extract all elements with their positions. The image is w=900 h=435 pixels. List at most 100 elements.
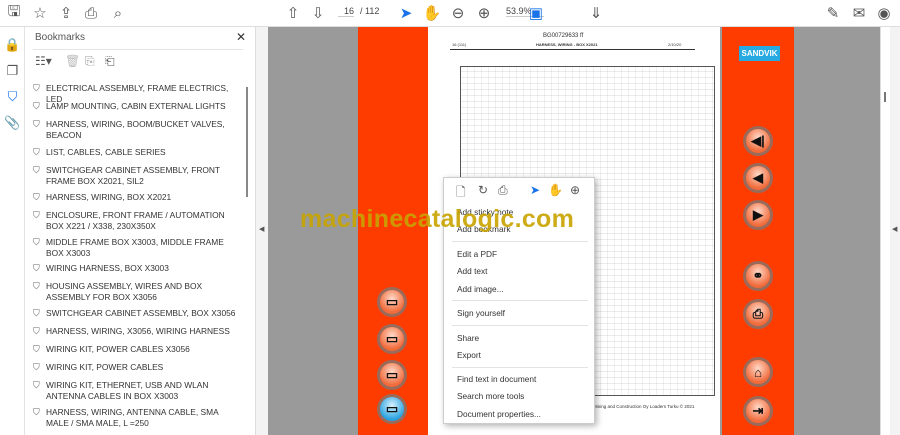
bookmark-options-icon[interactable]: ☷▾	[35, 54, 52, 68]
bookmark-item[interactable]: ⛉ ENCLOSURE, FRONT FRAME / AUTOMATION BOX…	[33, 210, 238, 232]
exit-button[interactable]: ⇥	[743, 396, 773, 426]
menu-item-document-properties[interactable]: Document properties...	[457, 409, 541, 419]
separator	[452, 300, 588, 301]
bookmark-item[interactable]: ⛉ WIRING KIT, ETHERNET, USB AND WLAN ANTE…	[33, 380, 238, 402]
new-bookmark-icon[interactable]: ⎘	[85, 54, 95, 69]
menu-item-add-text[interactable]: Add text	[457, 266, 487, 276]
fit-page-icon[interactable]: ▣	[526, 4, 546, 22]
hand-icon[interactable]: ✋	[422, 4, 442, 22]
bookmark-item[interactable]: ⛉ HARNESS, WIRING, BOX X2021	[33, 192, 238, 203]
home-icon: ⌂	[754, 364, 762, 380]
watermark: machinecatalogic.com	[300, 205, 575, 233]
menu-item-edit-pdf[interactable]: Edit a PDF	[457, 249, 497, 259]
menu-item-add-image[interactable]: Add image...	[457, 284, 504, 294]
exit-icon: ⇥	[752, 403, 764, 418]
collapse-arrow-icon[interactable]: ◀	[259, 225, 264, 233]
bookmark-item[interactable]: ⛉ HARNESS, WIRING, BOOM/BUCKET VALVES, BE…	[33, 119, 238, 141]
panel-splitter[interactable]: ◀	[255, 27, 268, 435]
device-icon: ▭	[385, 367, 399, 382]
save-icon[interactable]: 🖫	[4, 3, 24, 22]
menu-item-export[interactable]: Export	[457, 350, 481, 360]
search-icon[interactable]: ⌕	[108, 4, 128, 22]
bookmark-item[interactable]: ⛉ SWITCHGEAR CABINET ASSEMBLY, FRONT FRAM…	[33, 165, 238, 187]
print-icon[interactable]: ⎙	[81, 4, 101, 22]
menu-item-find-text[interactable]: Find text in document	[457, 374, 536, 384]
upload-icon[interactable]: ⇪	[56, 4, 76, 22]
read-mode-icon[interactable]: ⇓	[586, 4, 606, 22]
binoculars-icon: ⚭	[752, 268, 764, 283]
previous-page-button[interactable]: ◀	[743, 163, 773, 193]
bookmark-icon: ⛉	[33, 344, 40, 354]
bookmarks-panel: Bookmarks ✕ ☷▾ 🗑 ⎘ ⎗ ⛉ ELECTRICAL ASSEMBL…	[25, 27, 255, 435]
zoom-in-icon[interactable]: ⊕	[474, 4, 494, 22]
nav-button-2[interactable]: ▭	[377, 324, 407, 354]
bookmark-icon: ⛉	[33, 362, 40, 372]
bookmark-item[interactable]: ⛉ SWITCHGEAR CABINET ASSEMBLY, BOX X3056	[33, 308, 238, 319]
account-icon[interactable]: ◉	[874, 4, 894, 22]
first-page-button[interactable]: ◀|	[743, 126, 773, 156]
panel-scrollbar[interactable]	[246, 87, 248, 197]
next-page-button[interactable]: ▶	[743, 200, 773, 230]
bookmark-item[interactable]: ⛉ HOUSING ASSEMBLY, WIRES AND BOX ASSEMBL…	[33, 281, 238, 303]
select-cursor-icon[interactable]: ➤	[396, 4, 416, 22]
zoom-icon[interactable]: ⊕	[570, 183, 580, 197]
sign-icon[interactable]: ✎	[823, 4, 843, 22]
nav-button-1[interactable]: ▭	[377, 287, 407, 317]
bookmark-item[interactable]: ⛉ WIRING HARNESS, BOX X3003	[33, 263, 238, 274]
sheet-date: 2/10/20	[668, 42, 682, 47]
device-icon: ▭	[385, 331, 399, 346]
device-icon: ▭	[385, 294, 399, 309]
page-down-icon[interactable]: ⇩	[308, 4, 328, 22]
rotate-icon[interactable]: ↻	[478, 183, 488, 197]
star-icon[interactable]: ☆	[30, 4, 50, 22]
close-panel-button[interactable]: ✕	[236, 30, 246, 44]
bookmark-icon: ⛉	[33, 407, 40, 417]
attachment-icon[interactable]: 📎	[4, 115, 21, 132]
bookmark-item[interactable]: ⛉ MIDDLE FRAME BOX X3003, MIDDLE FRAME BO…	[33, 237, 238, 259]
print-button[interactable]: ⎙	[743, 299, 773, 329]
delete-icon: 🗑	[65, 54, 81, 68]
separator	[452, 241, 588, 242]
menu-item-share[interactable]: Share	[457, 333, 479, 343]
device-icon: ▭	[385, 401, 399, 416]
lock-icon[interactable]: 🔒	[4, 37, 21, 54]
scroll-thumb[interactable]	[884, 92, 886, 102]
pages-icon[interactable]: ❐	[4, 63, 21, 80]
expand-arrow-icon[interactable]: ◀	[892, 225, 897, 233]
bookmark-item[interactable]: ⛉ LAMP MOUNTING, CABIN EXTERNAL LIGHTS	[33, 101, 238, 112]
next-icon: ▶	[753, 207, 763, 222]
bookmark-icon[interactable]: ⛉	[4, 89, 21, 106]
bookmark-item[interactable]: ⛉ LIST, CABLES, CABLE SERIES	[33, 147, 238, 158]
bookmark-icon: ⛉	[33, 237, 40, 247]
find-bookmark-icon[interactable]: ⎗	[105, 54, 115, 69]
bookmark-item[interactable]: ⛉ HARNESS, WIRING, ANTENNA CABLE, SMA MAL…	[33, 407, 238, 429]
bookmark-item[interactable]: ⛉ WIRING KIT, POWER CABLES	[33, 362, 238, 373]
toolbar: 🖫 ☆ ⇪ ⎙ ⌕ ⇧ ⇩ 16 / 112 ➤ ✋ ⊖ ⊕ 53.9% ▣ ⇓…	[0, 0, 900, 27]
menu-item-sign-yourself[interactable]: Sign yourself	[457, 308, 505, 318]
bookmark-icon: ⛉	[33, 119, 40, 129]
bookmark-list: ⛉ ELECTRICAL ASSEMBLY, FRAME ELECTRICS, L…	[33, 77, 243, 432]
find-button[interactable]: ⚭	[743, 261, 773, 291]
mail-icon[interactable]: ✉	[849, 4, 869, 22]
page-icon[interactable]: 🗋	[456, 183, 466, 204]
print-icon[interactable]: ⎙	[498, 183, 508, 198]
select-icon[interactable]: ➤	[530, 183, 540, 197]
page-total: / 112	[360, 6, 380, 16]
bookmark-item[interactable]: ⛉ WIRING KIT, POWER CABLES X3056	[33, 344, 238, 355]
nav-button-4[interactable]: ▭	[377, 394, 407, 424]
home-button[interactable]: ⌂	[743, 357, 773, 387]
zoom-out-icon[interactable]: ⊖	[448, 4, 468, 22]
bookmark-icon: ⛉	[33, 326, 40, 336]
hand-icon[interactable]: ✋	[548, 183, 563, 197]
bookmark-icon: ⛉	[33, 380, 40, 390]
first-page-icon: ◀|	[751, 133, 765, 148]
page-up-icon[interactable]: ⇧	[283, 4, 303, 22]
bookmark-item[interactable]: ⛉ HARNESS, WIRING, X3056, WIRING HARNESS	[33, 326, 238, 337]
document-scrollbar[interactable]	[880, 27, 890, 435]
page-number-input[interactable]: 16	[338, 6, 354, 17]
nav-button-3[interactable]: ▭	[377, 360, 407, 390]
right-panel-toggle[interactable]: ◀	[890, 27, 900, 435]
sheet-title: HARNESS, WIRING - BOX X2021	[536, 42, 598, 47]
menu-item-search-tools[interactable]: Search more tools	[457, 391, 524, 401]
divider	[33, 49, 243, 50]
